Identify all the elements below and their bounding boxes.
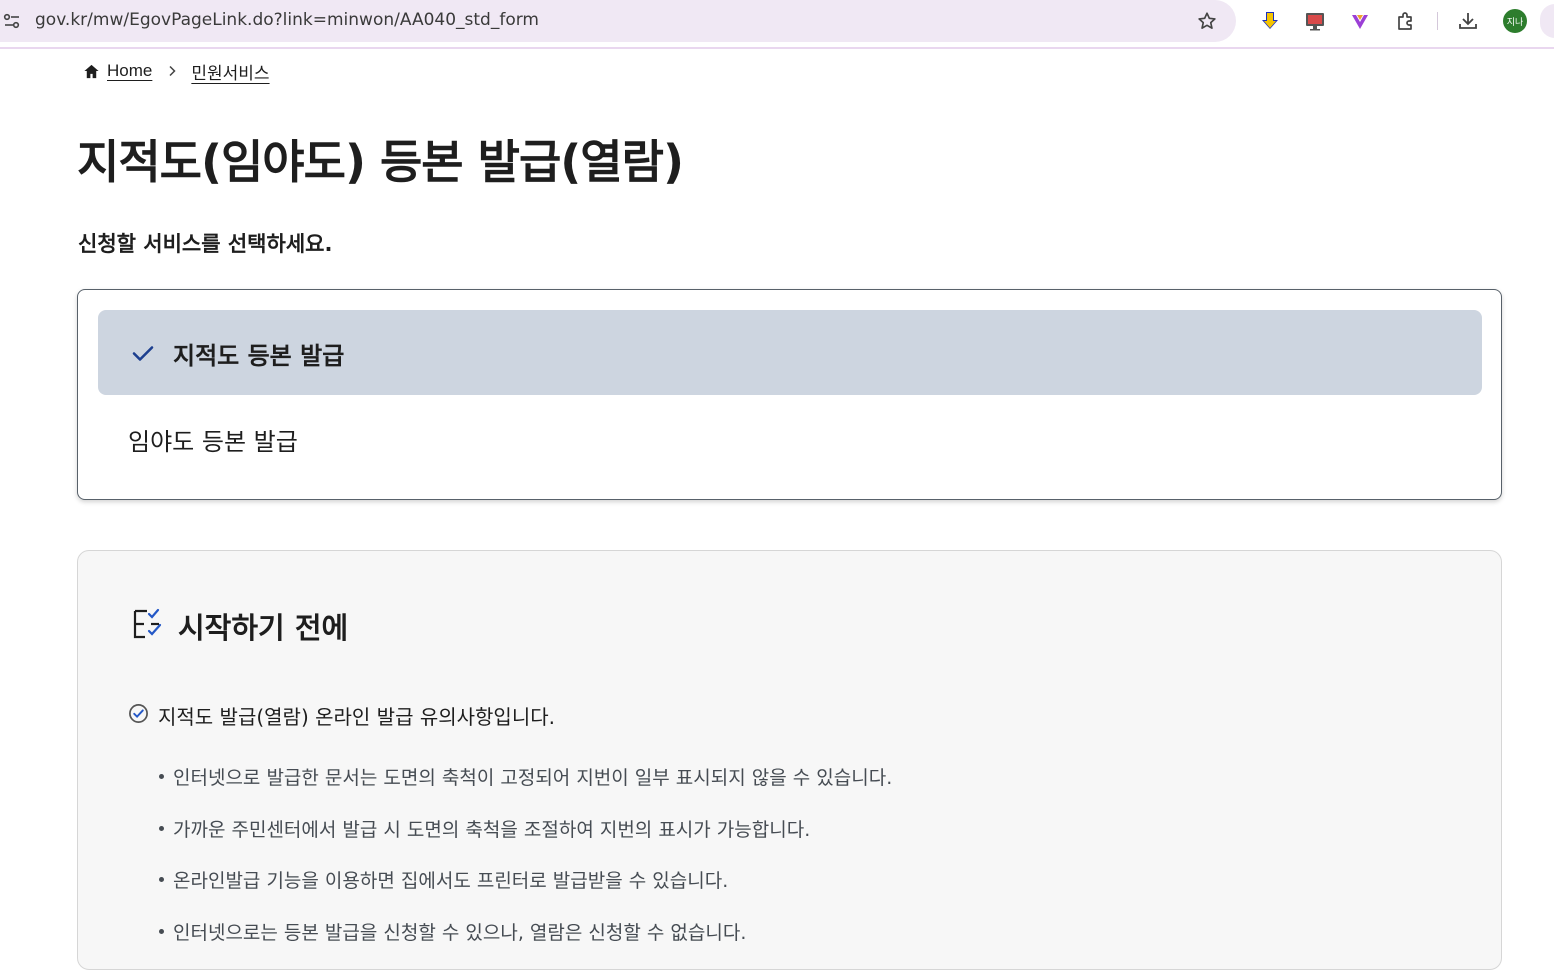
- profile-avatar[interactable]: 지나: [1503, 9, 1527, 33]
- extensions-puzzle-icon[interactable]: [1394, 9, 1418, 33]
- browser-menu-button[interactable]: [1540, 4, 1554, 38]
- notice-subtitle: 지적도 발급(열람) 온라인 발급 유의사항입니다.: [158, 705, 555, 729]
- downloads-icon[interactable]: [1456, 9, 1480, 33]
- service-selector: 지적도 등본 발급 임야도 등본 발급: [77, 289, 1502, 500]
- notice-list-item: 가까운 주민센터에서 발급 시 도면의 축척을 조절하여 지번의 표시가 가능합…: [156, 815, 892, 867]
- screen-capture-extension-icon[interactable]: [1303, 9, 1327, 33]
- circle-check-icon: [129, 704, 148, 723]
- breadcrumb-home-link[interactable]: Home: [107, 61, 152, 81]
- service-option-cadastral-map[interactable]: 지적도 등본 발급: [98, 310, 1482, 395]
- check-icon: [132, 346, 154, 361]
- browser-toolbar: gov.kr/mw/EgovPageLink.do?link=minwon/AA…: [0, 0, 1554, 49]
- service-option-label: 임야도 등본 발급: [128, 428, 298, 456]
- notice-list-item: 인터넷으로 발급한 문서는 도면의 축척이 고정되어 지번이 일부 표시되지 않…: [156, 763, 892, 815]
- toolbar-separator: [1437, 12, 1438, 30]
- url-text[interactable]: gov.kr/mw/EgovPageLink.do?link=minwon/AA…: [35, 10, 539, 30]
- notice-list-item: 인터넷으로는 등본 발급을 신청할 수 있으나, 열람은 신청할 수 없습니다.: [156, 918, 892, 970]
- notice-title: 시작하기 전에: [178, 611, 349, 645]
- checklist-icon: [133, 608, 162, 639]
- color-extension-icon[interactable]: [1348, 9, 1372, 33]
- service-option-label: 지적도 등본 발급: [173, 342, 345, 370]
- before-you-start-panel: 시작하기 전에 지적도 발급(열람) 온라인 발급 유의사항입니다. 인터넷으로…: [77, 550, 1502, 970]
- breadcrumb: Home 민원서비스: [83, 58, 270, 84]
- service-option-forest-map[interactable]: 임야도 등본 발급: [98, 398, 1482, 478]
- download-arrow-extension-icon[interactable]: [1258, 9, 1282, 33]
- chevron-right-icon: [169, 65, 176, 77]
- notice-list-item: 온라인발급 기능을 이용하면 집에서도 프린터로 발급받을 수 있습니다.: [156, 866, 892, 918]
- home-icon: [84, 64, 99, 78]
- bookmark-star-icon[interactable]: [1196, 10, 1218, 32]
- service-instruction: 신청할 서비스를 선택하세요.: [78, 232, 333, 256]
- site-info-icon[interactable]: [2, 11, 22, 31]
- breadcrumb-current-link[interactable]: 민원서비스: [191, 59, 269, 84]
- notice-list: 인터넷으로 발급한 문서는 도면의 축척이 고정되어 지번이 일부 표시되지 않…: [156, 763, 892, 969]
- page-title: 지적도(임야도) 등본 발급(열람): [77, 135, 684, 189]
